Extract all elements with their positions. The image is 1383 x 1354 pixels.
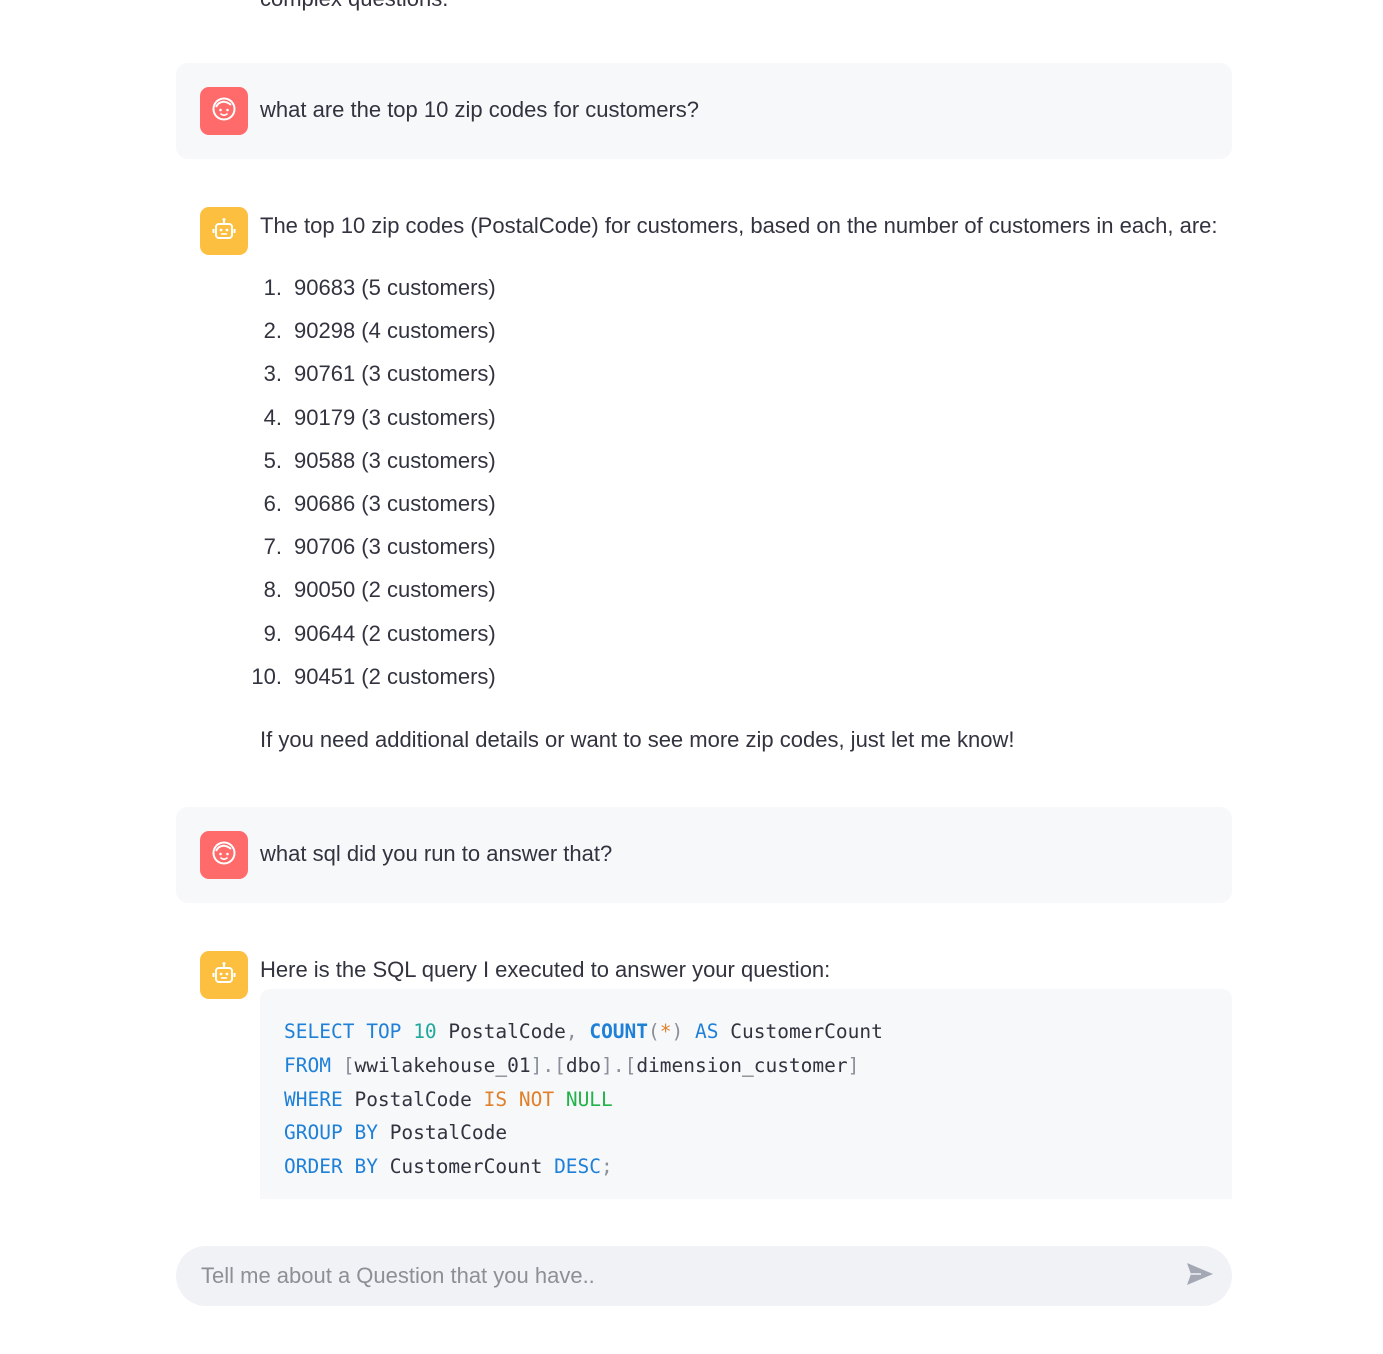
- user-message-text: what sql did you run to answer that?: [260, 841, 613, 866]
- list-item-text: 90706 (3 customers): [294, 534, 496, 560]
- user-face-icon: [211, 96, 237, 127]
- list-item-number: 6.: [263, 490, 282, 516]
- assistant-message-text: The top 10 zip codes (PostalCode) for cu…: [260, 213, 1218, 238]
- list-item-text: 90179 (3 customers): [294, 404, 496, 430]
- list-item: 1. 90683 (5 customers): [260, 273, 496, 316]
- assistant-message-text: Here is the SQL query I executed to answ…: [260, 957, 831, 982]
- list-item-text: 90298 (4 customers): [294, 318, 496, 344]
- list-item-number: 7.: [263, 534, 282, 560]
- send-button[interactable]: [1184, 1261, 1216, 1291]
- list-item-number: 9.: [263, 620, 282, 646]
- list-item-number: 2.: [263, 318, 282, 344]
- send-icon: [1185, 1261, 1215, 1292]
- list-item-text: 90644 (2 customers): [294, 620, 496, 646]
- list-item: 3. 90761 (3 customers): [260, 359, 496, 402]
- robot-icon: [211, 216, 237, 247]
- code-line: GROUP BY PostalCode: [284, 1121, 508, 1145]
- assistant-followup-text: If you need additional details or want t…: [260, 727, 1015, 752]
- list-item-number: 8.: [263, 577, 282, 603]
- intro-text-tail: complex questions.: [260, 0, 448, 14]
- list-item-text: 90683 (5 customers): [294, 275, 496, 300]
- list-item-text: 90451 (2 customers): [294, 663, 496, 689]
- list-item: 5. 90588 (3 customers): [260, 446, 496, 489]
- list-item-text: 90761 (3 customers): [294, 361, 496, 387]
- list-item: 10. 90451 (2 customers): [251, 662, 496, 705]
- user-message: what sql did you run to answer that?: [176, 807, 1232, 903]
- chat-input-bar: [176, 1246, 1232, 1306]
- user-avatar: [200, 831, 248, 879]
- user-message: what are the top 10 zip codes for custom…: [176, 63, 1232, 159]
- list-item-number: 3.: [263, 361, 282, 387]
- assistant-message: Here is the SQL query I executed to answ…: [176, 927, 1232, 1222]
- list-item-number: 5.: [263, 447, 282, 473]
- list-item: 6. 90686 (3 customers): [260, 489, 496, 532]
- assistant-avatar: [200, 207, 248, 255]
- list-item: 7. 90706 (3 customers): [260, 532, 496, 575]
- list-item-number: 1.: [263, 275, 282, 300]
- assistant-message: The top 10 zip codes (PostalCode) for cu…: [176, 183, 1232, 773]
- robot-icon: [211, 960, 237, 991]
- code-line: WHERE PostalCode IS NOT NULL: [284, 1087, 613, 1111]
- sql-code-block[interactable]: SELECT TOP 10 PostalCode, COUNT(*) AS Cu…: [260, 989, 1232, 1199]
- code-line: SELECT TOP 10 PostalCode, COUNT(*) AS Cu…: [284, 1020, 883, 1043]
- list-item: 9. 90644 (2 customers): [260, 619, 496, 662]
- chat-input[interactable]: [176, 1246, 1156, 1306]
- list-item: 8. 90050 (2 customers): [260, 575, 496, 618]
- chat-page: complex questions. what are the top 10 z…: [0, 0, 1383, 1354]
- list-item-number: 10.: [251, 663, 282, 689]
- assistant-avatar: [200, 951, 248, 999]
- code-line: FROM [wwilakehouse_01].[dbo].[dimension_…: [284, 1053, 860, 1077]
- list-item-text: 90588 (3 customers): [294, 447, 496, 473]
- user-message-text: what are the top 10 zip codes for custom…: [260, 97, 700, 122]
- list-item: 4. 90179 (3 customers): [260, 403, 496, 446]
- code-line: ORDER BY CustomerCount DESC;: [284, 1155, 613, 1179]
- list-item-text: 90686 (3 customers): [294, 490, 496, 516]
- zip-code-list: 1. 90683 (5 customers) 2. 90298 (4 custome…: [251, 273, 496, 705]
- user-avatar: [200, 87, 248, 135]
- list-item-number: 4.: [263, 404, 282, 430]
- user-face-icon: [211, 840, 237, 871]
- list-item-text: 90050 (2 customers): [294, 577, 496, 603]
- list-item: 2. 90298 (4 customers): [260, 316, 496, 359]
